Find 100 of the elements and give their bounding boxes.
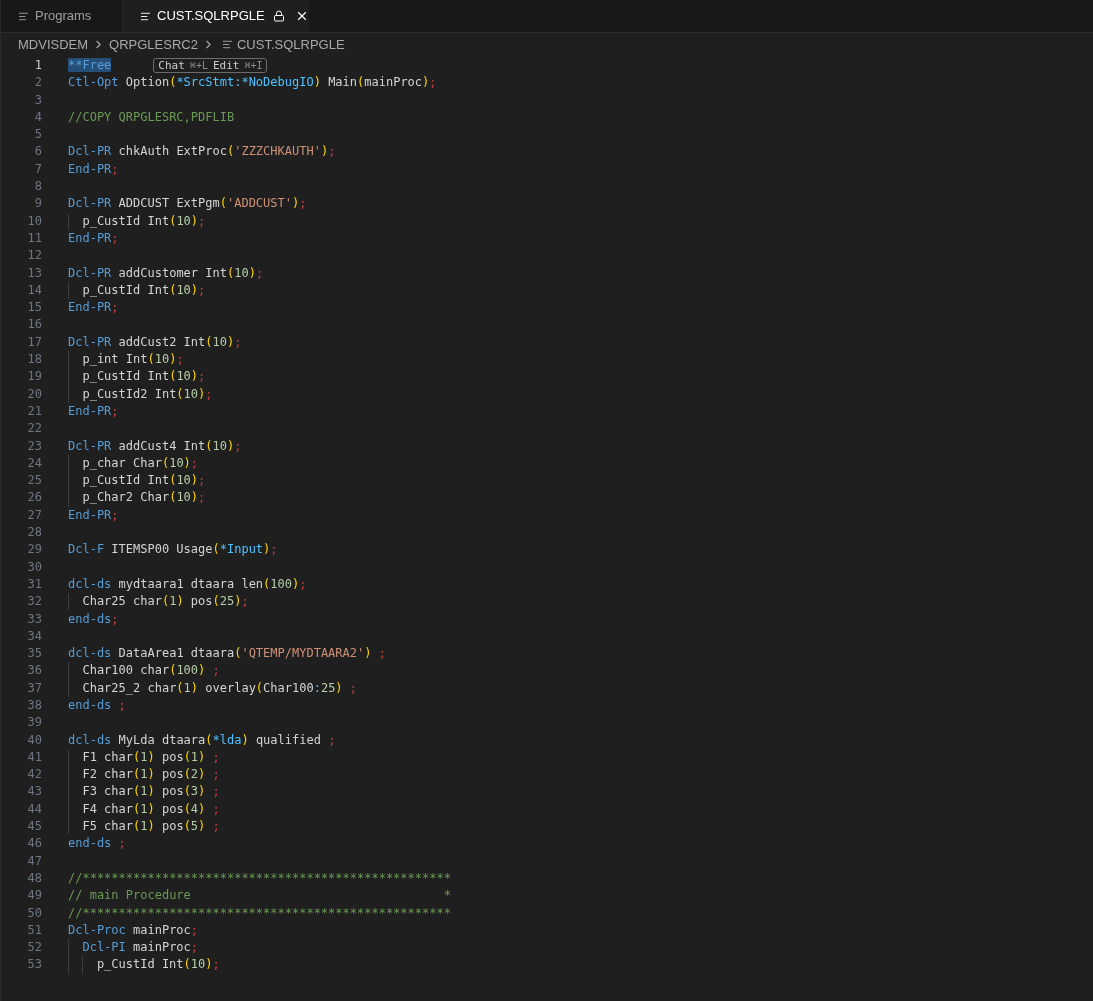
code-line: Dcl-PR addCustomer Int(10); bbox=[68, 264, 264, 282]
line-number: 53 bbox=[26, 956, 42, 974]
line-number: 20 bbox=[26, 385, 42, 403]
line-number: 1 bbox=[33, 57, 42, 74]
line-number: 46 bbox=[26, 835, 42, 853]
code-line: p_CustId Int(10); bbox=[82, 212, 206, 230]
file-lines-icon bbox=[221, 39, 233, 50]
line-number: 10 bbox=[26, 212, 42, 230]
line-number: 17 bbox=[26, 333, 42, 351]
file-lines-icon bbox=[140, 10, 151, 22]
line-number: 32 bbox=[26, 593, 42, 611]
code-line: Dcl-PR ADDCUST ExtPgm('ADDCUST'); bbox=[68, 195, 307, 213]
code-line: Dcl-PR addCust2 Int(10); bbox=[68, 333, 242, 351]
line-number: 24 bbox=[26, 454, 42, 472]
line-number: 25 bbox=[26, 472, 42, 490]
line-number: 41 bbox=[26, 748, 42, 766]
line-number: 43 bbox=[26, 783, 42, 801]
code-line: p_CustId Int(10); bbox=[82, 368, 206, 386]
code-line: p_Char2 Char(10); bbox=[82, 489, 206, 507]
line-number: 51 bbox=[26, 921, 42, 939]
line-number: 35 bbox=[26, 645, 42, 663]
code-line: Dcl-Proc mainProc; bbox=[68, 921, 199, 939]
line-number: 31 bbox=[26, 575, 42, 593]
tab-label: CUST.SQLRPGLE bbox=[157, 7, 265, 26]
line-number: 2 bbox=[33, 74, 42, 92]
code-line: //COPY QRPGLESRC,PDFLIB bbox=[68, 108, 235, 126]
line-number: 38 bbox=[26, 697, 42, 714]
code-line: p_CustId2 Int(10); bbox=[82, 385, 213, 403]
code-line: Dcl-F ITEMSP00 Usage(*Input); bbox=[68, 541, 278, 559]
line-number: 8 bbox=[33, 178, 42, 196]
line-number: 9 bbox=[33, 195, 42, 213]
line-number: 39 bbox=[26, 714, 42, 732]
code-line: end-ds ; bbox=[68, 697, 126, 714]
line-number: 30 bbox=[26, 558, 42, 576]
hint-label: Chat bbox=[158, 60, 185, 72]
line-number: 52 bbox=[26, 939, 42, 957]
hint-label: Edit bbox=[212, 60, 240, 72]
line-number: 48 bbox=[26, 869, 42, 887]
code-line: p_int Int(10); bbox=[82, 351, 184, 369]
line-number: 28 bbox=[26, 524, 42, 541]
code-line: Char25 char(1) pos(25); bbox=[82, 593, 249, 611]
line-number: 47 bbox=[26, 852, 42, 870]
code-line: F1 char(1) pos(1) ; bbox=[82, 748, 220, 766]
code-line: dcl-ds DataArea1 dtaara('QTEMP/MYDTAARA2') ; bbox=[68, 645, 386, 663]
breadcrumb-item[interactable]: CUST.SQLRPGLE bbox=[236, 34, 345, 55]
code-line: Ctl-Opt Option(*SrcStmt:*NoDebugIO) Main(mainProc); bbox=[68, 74, 437, 92]
line-number: 21 bbox=[26, 402, 42, 420]
shortcut-label: ⌘+I bbox=[244, 60, 263, 71]
line-number: 18 bbox=[26, 351, 42, 369]
line-number: 50 bbox=[26, 904, 42, 922]
breadcrumb-item[interactable]: QRPGLESRC2 bbox=[109, 34, 198, 55]
code-line: end-ds; bbox=[68, 610, 119, 628]
line-number: 34 bbox=[26, 627, 42, 645]
code-line: Dcl-PR addCust4 Int(10); bbox=[68, 437, 242, 455]
line-number: 36 bbox=[26, 662, 42, 680]
line-number: 23 bbox=[26, 437, 42, 455]
code-line: dcl-ds mydtaara1 dtaara len(100); bbox=[68, 575, 307, 593]
line-number: 14 bbox=[26, 281, 42, 299]
line-number: 19 bbox=[26, 368, 42, 386]
code-line: F2 char(1) pos(2) ; bbox=[82, 766, 220, 784]
line-number: 45 bbox=[26, 818, 42, 836]
code-line: //*************************************************** bbox=[68, 904, 451, 922]
line-number: 13 bbox=[26, 264, 42, 282]
line-number: 11 bbox=[26, 229, 42, 247]
code-line: end-ds ; bbox=[68, 835, 126, 853]
code-line: End-PR; bbox=[68, 299, 119, 317]
code-line: F4 char(1) pos(4) ; bbox=[82, 800, 220, 818]
code-line: p_CustId Int(10); bbox=[96, 956, 220, 974]
code-line: F3 char(1) pos(3) ; bbox=[82, 783, 220, 801]
shortcut-label: ⌘+L bbox=[189, 60, 208, 71]
line-number: 5 bbox=[33, 126, 42, 144]
code-line: Dcl-PR chkAuth ExtProc('ZZZCHKAUTH'); bbox=[68, 143, 336, 161]
code-line: Char100 char(100) ; bbox=[82, 662, 220, 680]
line-number: 44 bbox=[26, 800, 42, 818]
code-line: Char25_2 char(1) overlay(Char100:25) ; bbox=[82, 679, 358, 697]
code-line: End-PR; bbox=[68, 160, 119, 178]
code-line: // main Procedure * bbox=[68, 887, 451, 905]
tab-label: Programs bbox=[35, 7, 92, 26]
line-number: 12 bbox=[26, 247, 42, 265]
code-line: End-PR; bbox=[68, 402, 119, 420]
lock-icon bbox=[272, 10, 285, 22]
breadcrumb-item[interactable]: MDVISDEM bbox=[18, 34, 89, 55]
line-number: 6 bbox=[33, 143, 42, 161]
code-line: p_CustId Int(10); bbox=[82, 281, 206, 299]
line-number: 7 bbox=[33, 160, 42, 178]
line-number: 33 bbox=[26, 610, 42, 628]
editor-tab[interactable]: CUST.SQLRPGLE bbox=[123, 0, 309, 32]
code-line: Dcl-PI mainProc; bbox=[82, 939, 199, 957]
code-line: End-PR; bbox=[68, 506, 119, 524]
line-number: 26 bbox=[26, 489, 42, 507]
file-lines-icon bbox=[18, 10, 29, 22]
line-number: 49 bbox=[26, 887, 42, 905]
line-number: 3 bbox=[33, 91, 42, 109]
line-number: 15 bbox=[26, 299, 42, 317]
code-line: End-PR; bbox=[68, 229, 119, 247]
line-number: 29 bbox=[26, 541, 42, 559]
line-number: 40 bbox=[26, 731, 42, 749]
code-line: //*************************************************** bbox=[68, 869, 451, 887]
code-line: p_char Char(10); bbox=[82, 454, 199, 472]
line-number: 4 bbox=[33, 108, 42, 126]
